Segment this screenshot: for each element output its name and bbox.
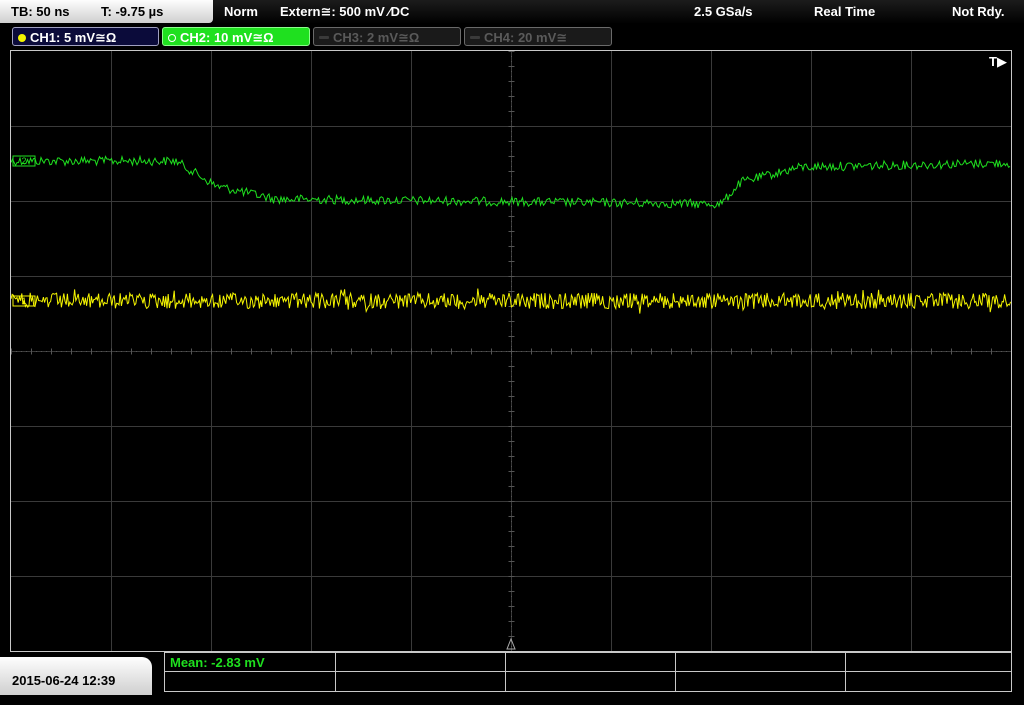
- timebase-box[interactable]: TB: 50 ns T: -9.75 µs: [0, 0, 213, 23]
- measurement-divider: [165, 671, 1011, 672]
- measurement-divider: [675, 653, 676, 691]
- trigger-status: Not Rdy.: [952, 4, 1005, 19]
- ch3-indicator-icon: [319, 36, 329, 39]
- ch4-indicator-icon: [470, 36, 480, 39]
- tab-ch2[interactable]: CH2: 10 mV≅Ω: [162, 27, 310, 46]
- ch1-trace: [11, 288, 1011, 314]
- measurement-divider: [505, 653, 506, 691]
- timebase-value: TB: 50 ns: [11, 4, 70, 19]
- status-bar: TB: 50 ns T: -9.75 µs Norm Extern≅: 500 …: [0, 0, 1024, 24]
- waveform-display[interactable]: 2 1 T▶: [10, 50, 1012, 652]
- trigger-level-marker[interactable]: T▶: [989, 54, 1007, 70]
- channel-tabs: CH1: 5 mV≅Ω CH2: 10 mV≅Ω CH3: 2 mV≅Ω CH4…: [0, 26, 1024, 48]
- ch1-indicator-icon: [18, 34, 26, 42]
- ch2-trace: [11, 154, 1011, 210]
- mean-measurement: Mean: -2.83 mV: [170, 655, 265, 670]
- tab-ch4[interactable]: CH4: 20 mV≅: [464, 27, 612, 46]
- trigger-mode[interactable]: Norm: [224, 0, 258, 23]
- ch1-label: CH1: 5 mV≅Ω: [30, 30, 117, 45]
- ch3-label: CH3: 2 mV≅Ω: [333, 30, 420, 45]
- ch1-marker-label: 1: [21, 296, 26, 306]
- ch4-label: CH4: 20 mV≅: [484, 30, 568, 45]
- ch2-label: CH2: 10 mV≅Ω: [180, 30, 274, 45]
- trigger-time-value: T: -9.75 µs: [101, 4, 164, 19]
- acquisition-mode: Real Time: [814, 4, 876, 19]
- ch2-marker-label: 2: [21, 156, 26, 166]
- measurement-panel[interactable]: Mean: -2.83 mV: [164, 652, 1012, 692]
- datetime-display: 2015-06-24 12:39: [0, 657, 152, 695]
- measurement-divider: [335, 653, 336, 691]
- tab-ch1[interactable]: CH1: 5 mV≅Ω: [12, 27, 159, 46]
- trigger-source[interactable]: Extern≅: 500 mV ⁄DC: [280, 0, 409, 23]
- ch2-indicator-icon: [168, 34, 176, 42]
- waveform-canvas: 2 1: [11, 51, 1011, 651]
- measurement-divider: [845, 653, 846, 691]
- tab-ch3[interactable]: CH3: 2 mV≅Ω: [313, 27, 461, 46]
- graticule: [11, 51, 1011, 651]
- sample-rate: 2.5 GSa/s: [694, 4, 753, 19]
